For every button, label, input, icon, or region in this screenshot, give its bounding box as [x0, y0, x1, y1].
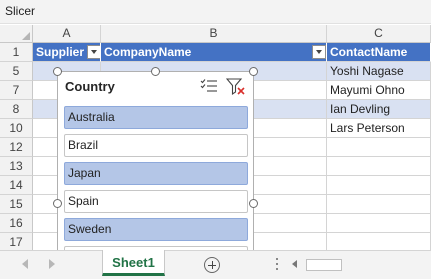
title-bar: Slicer: [0, 0, 431, 24]
resize-handle-top-right[interactable]: [249, 67, 258, 76]
filter-dropdown-button[interactable]: [87, 45, 100, 59]
column-header-a[interactable]: A: [33, 25, 101, 43]
header-label: Supplier: [36, 45, 85, 59]
header-label: ContactName: [330, 45, 408, 59]
row-header[interactable]: 17: [0, 233, 33, 250]
add-sheet-icon[interactable]: [204, 257, 220, 273]
row-header[interactable]: 12: [0, 138, 33, 157]
row-header[interactable]: 8: [0, 100, 33, 119]
row-header[interactable]: 10: [0, 119, 33, 138]
country-slicer[interactable]: Country Australia Brazil Japan Spain Swe…: [57, 71, 254, 251]
scrollbar-thumb[interactable]: [306, 259, 342, 271]
sheet-tab-bar: Sheet1: [0, 250, 431, 279]
window-title: Slicer: [5, 4, 36, 18]
resize-handle-left[interactable]: [53, 199, 62, 208]
header-label: CompanyName: [104, 45, 192, 59]
table-header-supplier[interactable]: Supplier: [33, 43, 101, 62]
table-cell[interactable]: [327, 214, 431, 233]
slicer-item-brazil[interactable]: Brazil: [64, 134, 248, 157]
table-cell[interactable]: [327, 176, 431, 195]
select-all-corner[interactable]: [0, 25, 33, 43]
row-header[interactable]: 14: [0, 176, 33, 195]
column-header-b[interactable]: B: [101, 25, 327, 43]
row-header[interactable]: 7: [0, 81, 33, 100]
table-cell[interactable]: [327, 233, 431, 250]
slicer-title: Country: [65, 79, 115, 94]
filter-dropdown-button[interactable]: [312, 45, 326, 59]
tab-split-handle[interactable]: [276, 258, 279, 272]
resize-handle-right[interactable]: [249, 199, 258, 208]
slicer-item-japan[interactable]: Japan: [64, 162, 248, 185]
resize-handle-top-left[interactable]: [53, 67, 62, 76]
multi-select-icon[interactable]: [200, 78, 218, 94]
horizontal-scrollbar[interactable]: [290, 257, 431, 273]
table-cell[interactable]: Yoshi Nagase: [327, 62, 431, 81]
row-header[interactable]: 1: [0, 43, 33, 62]
table-header-contactname[interactable]: ContactName: [327, 43, 431, 62]
scroll-left-icon[interactable]: [292, 260, 297, 268]
slicer-item-australia[interactable]: Australia: [64, 106, 248, 129]
resize-handle-top[interactable]: [151, 67, 160, 76]
table-cell[interactable]: [327, 195, 431, 214]
row-header[interactable]: 13: [0, 157, 33, 176]
row-header[interactable]: 16: [0, 214, 33, 233]
row-header[interactable]: 5: [0, 62, 33, 81]
slicer-item-spain[interactable]: Spain: [64, 190, 248, 213]
slicer-item-sweden[interactable]: Sweden: [64, 218, 248, 241]
table-cell[interactable]: Ian Devling: [327, 100, 431, 119]
table-cell[interactable]: [327, 157, 431, 176]
column-header-c[interactable]: C: [327, 25, 431, 43]
table-cell[interactable]: Mayumi Ohno: [327, 81, 431, 100]
table-header-companyname[interactable]: CompanyName: [101, 43, 327, 62]
sheet-tab-sheet1[interactable]: Sheet1: [102, 250, 165, 276]
table-cell[interactable]: [327, 138, 431, 157]
clear-filter-icon[interactable]: [226, 78, 246, 96]
row-header[interactable]: 15: [0, 195, 33, 214]
next-sheet-icon[interactable]: [49, 259, 55, 269]
table-cell[interactable]: Lars Peterson: [327, 119, 431, 138]
previous-sheet-icon[interactable]: [22, 259, 28, 269]
